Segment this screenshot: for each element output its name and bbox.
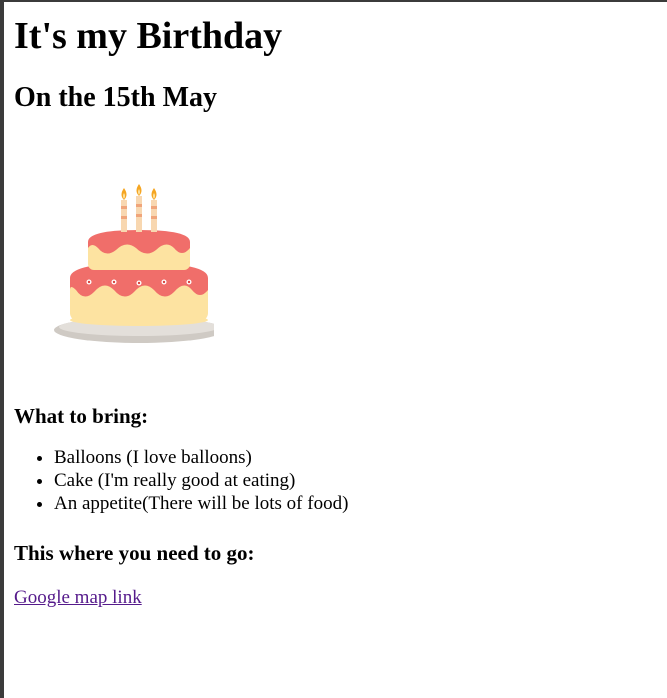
list-item: Balloons (I love balloons) <box>54 446 657 469</box>
page-title: It's my Birthday <box>14 15 283 57</box>
directions-heading: This where you need to go: <box>14 541 255 565</box>
bring-heading: What to bring: <box>14 404 149 428</box>
list-item: An appetite(There will be lots of food) <box>54 492 657 515</box>
birthday-cake-icon <box>54 184 224 343</box>
bring-list: Balloons (I love balloons) Cake (I'm rea… <box>14 446 657 515</box>
list-item: Cake (I'm really good at eating) <box>54 469 657 492</box>
google-map-link[interactable]: Google map link <box>14 587 142 609</box>
date-subheading: On the 15th May <box>14 82 217 113</box>
birthday-cake-image <box>14 178 224 348</box>
page-content: It's my Birthday On the 15th May What to… <box>4 14 667 609</box>
